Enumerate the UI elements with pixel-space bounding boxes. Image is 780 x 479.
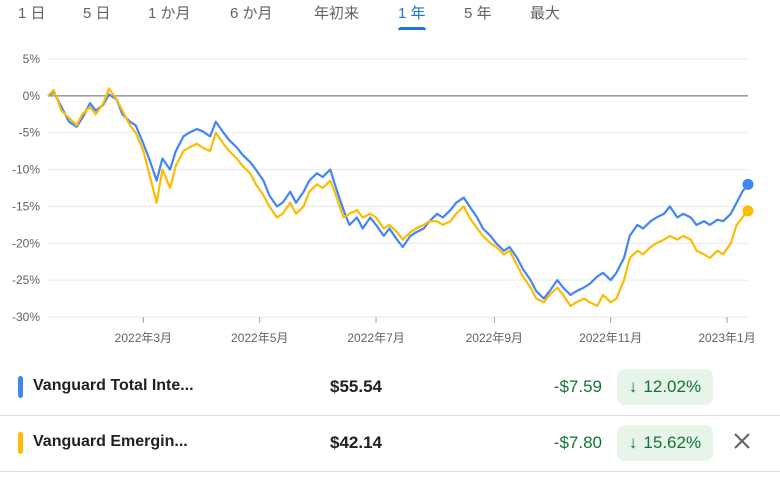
percent-change-badge: ↓ 12.02% [617, 369, 713, 405]
y-tick-label: -10% [12, 163, 40, 177]
x-tick-label: 2023年1月 [698, 331, 755, 345]
fund-change: -$7.80 [553, 433, 602, 452]
performance-chart: 5% 0% -5% -10% -15% -20% -25% -30% 2022年3月 2022年5… [12, 52, 756, 345]
series-color-bar [18, 432, 23, 454]
series-line-1 [47, 87, 749, 307]
y-tick-label: 5% [23, 52, 41, 66]
x-tick-label: 2022年11月 [579, 331, 642, 345]
y-tick-label: 0% [23, 89, 41, 103]
x-tick-label: 2022年5月 [231, 331, 288, 345]
percent-change-badge: ↓ 15.62% [617, 425, 713, 461]
close-icon[interactable] [728, 427, 756, 455]
time-range-tabs: 1 日 5 日 1 か月 6 か月 年初来 1 年 5 年 最大 [0, 0, 780, 30]
y-tick-label: -20% [12, 236, 40, 250]
tab-2[interactable]: 1 か月 [148, 5, 191, 23]
y-tick-label: -30% [12, 310, 40, 324]
row-divider [0, 471, 780, 472]
y-tick-label: -15% [12, 199, 40, 213]
arrow-down-icon: ↓ [628, 377, 638, 396]
tab-1[interactable]: 5 日 [83, 5, 111, 23]
tab-3[interactable]: 6 か月 [230, 5, 273, 23]
arrow-down-icon: ↓ [628, 433, 638, 452]
tab-5[interactable]: 1 年 [398, 5, 426, 30]
tab-0[interactable]: 1 日 [18, 5, 46, 23]
fund-row-vanguard-emerging[interactable]: Vanguard Emergin... $42.14 -$7.80 ↓ 15.6… [0, 415, 780, 471]
percent-change: 15.62% [643, 433, 702, 452]
fund-price: $55.54 [330, 377, 382, 396]
y-tick-label: -25% [12, 273, 40, 287]
fund-row-vanguard-total-intl[interactable]: Vanguard Total Inte... $55.54 -$7.59 ↓ 1… [0, 359, 780, 415]
series-end-marker-1 [742, 205, 754, 217]
fund-change: -$7.59 [553, 377, 602, 396]
series-color-bar [18, 376, 23, 398]
series-line-0 [47, 91, 749, 300]
x-tick-label: 2022年7月 [347, 331, 404, 345]
series-end-marker-0 [742, 178, 754, 190]
tab-6[interactable]: 5 年 [464, 5, 492, 23]
x-tick-label: 2022年3月 [115, 331, 172, 345]
tab-4[interactable]: 年初来 [314, 5, 359, 23]
tab-7[interactable]: 最大 [530, 5, 560, 23]
percent-change: 12.02% [643, 377, 702, 396]
fund-name: Vanguard Total Inte... [33, 377, 194, 394]
x-tick-label: 2022年9月 [466, 331, 523, 345]
active-tab-indicator [398, 27, 426, 30]
fund-price: $42.14 [330, 433, 382, 452]
y-tick-label: -5% [19, 126, 41, 140]
fund-name: Vanguard Emergin... [33, 433, 188, 450]
